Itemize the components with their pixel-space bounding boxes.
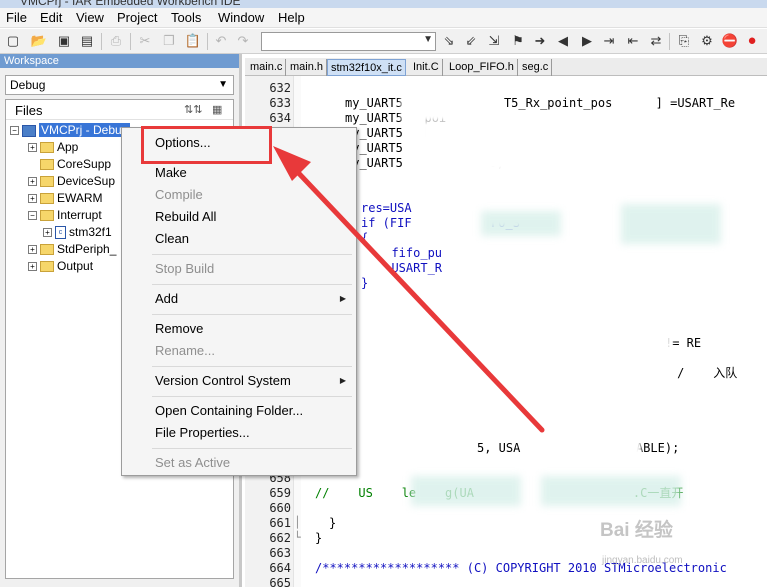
annotation-arrow: [273, 146, 545, 433]
watermark-logo: Bai 经验: [600, 520, 673, 541]
watermark: Bai 经验 jingyan.baidu.com: [600, 515, 765, 581]
watermark-url: jingyan.baidu.com: [602, 555, 683, 566]
